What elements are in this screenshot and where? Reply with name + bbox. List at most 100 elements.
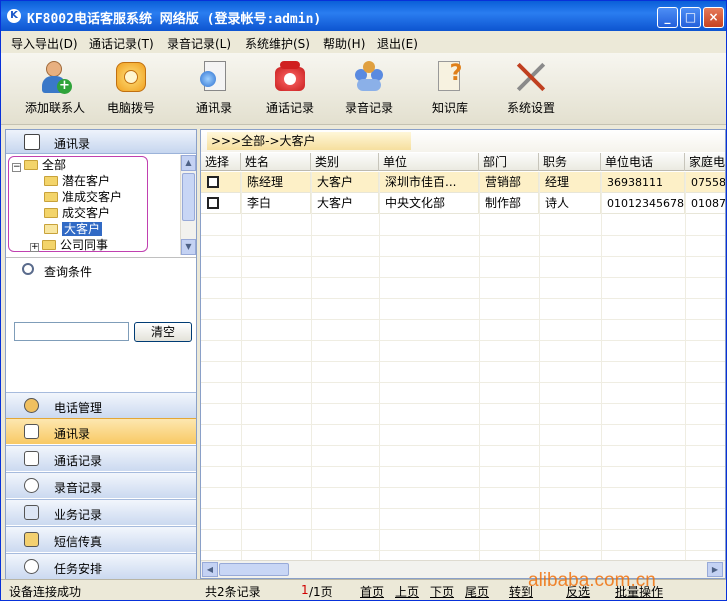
recording-icon <box>351 59 387 95</box>
menu-maintenance[interactable]: 系统维护(S) <box>245 35 310 52</box>
tree-item-near-deal[interactable]: 准成交客户 <box>44 189 122 205</box>
menu-import-export[interactable]: 导入导出(D) <box>11 35 78 52</box>
mobile-icon <box>24 532 39 547</box>
grid-icon <box>24 505 39 520</box>
nav-tasks[interactable]: 任务安排 <box>6 553 196 579</box>
menu-exit[interactable]: 退出(E) <box>377 35 418 52</box>
phone-icon <box>24 398 39 413</box>
tree-item-deal[interactable]: 成交客户 <box>44 205 110 221</box>
left-pane: 通讯录 − 全部 潜在客户 准成交客户 成交客户 大客户 + 公司同事 ▲ ▼ … <box>5 129 197 579</box>
tree-item-potential[interactable]: 潜在客户 <box>44 173 110 189</box>
prev-page-link[interactable]: 上页 <box>395 583 419 600</box>
scroll-thumb[interactable] <box>219 563 289 576</box>
row-checkbox[interactable] <box>207 197 219 209</box>
scroll-thumb[interactable] <box>182 173 195 221</box>
call-log-icon <box>272 59 308 95</box>
select-cell[interactable] <box>201 172 241 193</box>
folder-icon <box>44 176 58 186</box>
collapse-icon[interactable]: − <box>12 163 21 172</box>
knowledge-button[interactable]: ? 知识库 <box>410 59 490 121</box>
nav-business[interactable]: 业务记录 <box>6 499 196 525</box>
scroll-up-icon[interactable]: ▲ <box>181 155 196 171</box>
maximize-button[interactable]: □ <box>680 7 701 28</box>
nav-recording[interactable]: 录音记录 <box>6 472 196 498</box>
query-input[interactable] <box>14 322 129 341</box>
recording-button[interactable]: 录音记录 <box>329 59 409 121</box>
grid-column-line <box>241 172 242 560</box>
minimize-button[interactable]: _ <box>657 7 678 28</box>
row-checkbox[interactable] <box>207 176 219 188</box>
column-header[interactable]: 部门 <box>479 153 539 171</box>
device-status: 设备连接成功 <box>9 585 82 599</box>
call-log-icon <box>24 451 39 466</box>
column-header[interactable]: 选择 <box>201 153 241 171</box>
phone-dial-icon <box>113 59 149 95</box>
address-book-button[interactable]: 通讯录 <box>174 59 254 121</box>
right-pane: >>>全部->大客户 选择 姓名 类别 单位 部门 职务 单位电话 家庭电话 陈… <box>200 129 726 579</box>
table-row[interactable]: 李白 大客户 中央文化部 制作部 诗人 01012345678 01087654 <box>201 193 725 214</box>
scroll-left-icon[interactable]: ◀ <box>202 562 218 577</box>
grid-column-line <box>379 172 380 560</box>
breadcrumb: >>>全部->大客户 <box>207 132 411 150</box>
clock-icon <box>24 559 39 574</box>
clear-button[interactable]: 清空 <box>134 322 192 342</box>
category-tree: − 全部 潜在客户 准成交客户 成交客户 大客户 + 公司同事 ▲ ▼ <box>6 155 196 255</box>
toolbar: + 添加联系人 电脑拨号 通讯录 通话记录 录音记录 ? 知识库 系统设置 <box>1 53 726 125</box>
grid-column-line <box>685 172 686 560</box>
column-header[interactable]: 家庭电话 <box>685 153 725 171</box>
grid-line <box>201 529 725 530</box>
nav-phone-management[interactable]: 电话管理 <box>6 392 196 418</box>
table-header: 选择 姓名 类别 单位 部门 职务 单位电话 家庭电话 <box>201 153 725 171</box>
menu-recording[interactable]: 录音记录(L) <box>167 35 231 52</box>
search-icon <box>22 263 34 275</box>
column-header[interactable]: 单位 <box>379 153 479 171</box>
knowledge-icon: ? <box>432 59 468 95</box>
nav-contacts[interactable]: 通讯录 <box>6 418 196 444</box>
speaker-icon <box>24 478 39 493</box>
tree-scrollbar[interactable]: ▲ ▼ <box>180 155 196 255</box>
column-header[interactable]: 类别 <box>311 153 379 171</box>
nav-sms-fax[interactable]: 短信传真 <box>6 526 196 552</box>
title-bar[interactable]: K KF8002电话客服系统 网络版 (登录帐号:admin) _ □ × <box>1 1 726 31</box>
main-window: K KF8002电话客服系统 网络版 (登录帐号:admin) _ □ × 导入… <box>0 0 727 601</box>
grid-line <box>201 340 725 341</box>
record-count: 共2条记录 <box>205 585 261 599</box>
grid-line <box>201 424 725 425</box>
scroll-right-icon[interactable]: ▶ <box>707 562 723 577</box>
nav-call-log[interactable]: 通话记录 <box>6 445 196 471</box>
close-button[interactable]: × <box>703 7 724 28</box>
column-header[interactable]: 单位电话 <box>601 153 685 171</box>
add-contact-button[interactable]: + 添加联系人 <box>15 59 95 121</box>
scroll-down-icon[interactable]: ▼ <box>181 239 196 255</box>
contacts-icon <box>24 134 40 150</box>
folder-icon <box>24 160 38 170</box>
grid-line <box>201 361 725 362</box>
select-cell[interactable] <box>201 193 241 214</box>
grid-line <box>201 256 725 257</box>
call-log-button[interactable]: 通话记录 <box>250 59 330 121</box>
last-page-link[interactable]: 尾页 <box>465 583 489 600</box>
table-row[interactable]: 陈经理 大客户 深圳市佳百... 营销部 经理 36938111 0755891… <box>201 172 725 193</box>
watermark: alibaba.com.cn <box>528 570 656 591</box>
settings-button[interactable]: 系统设置 <box>491 59 571 121</box>
grid-line <box>201 445 725 446</box>
contacts-panel-title: 通讯录 <box>6 130 196 154</box>
menu-bar: 导入导出(D) 通话记录(T) 录音记录(L) 系统维护(S) 帮助(H) 退出… <box>1 31 726 53</box>
tree-item-all[interactable]: − 全部 <box>12 157 66 173</box>
first-page-link[interactable]: 首页 <box>360 583 384 600</box>
next-page-link[interactable]: 下页 <box>430 583 454 600</box>
folder-icon <box>44 192 58 202</box>
tree-item-colleagues[interactable]: + 公司同事 <box>30 237 108 253</box>
grid-line <box>201 298 725 299</box>
breadcrumb-bar: >>>全部->大客户 <box>201 130 725 152</box>
grid-line <box>201 487 725 488</box>
tree-item-big-customer[interactable]: 大客户 <box>44 221 103 237</box>
column-header[interactable]: 姓名 <box>241 153 311 171</box>
contacts-icon <box>24 424 39 439</box>
menu-call-log[interactable]: 通话记录(T) <box>89 35 154 52</box>
menu-help[interactable]: 帮助(H) <box>323 35 365 52</box>
column-header[interactable]: 职务 <box>539 153 601 171</box>
expand-icon[interactable]: + <box>30 243 39 252</box>
phone-dial-button[interactable]: 电脑拨号 <box>91 59 171 121</box>
current-page: 1 <box>301 583 309 597</box>
